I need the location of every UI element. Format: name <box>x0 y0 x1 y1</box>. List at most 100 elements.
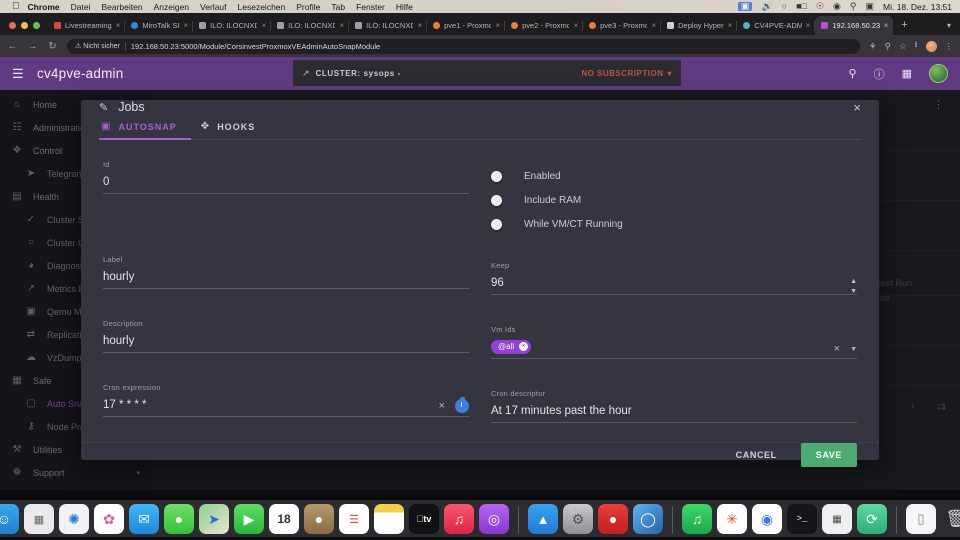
menu-item-fenster[interactable]: Fenster <box>356 2 385 12</box>
tab-hooks[interactable]: ✥ HOOKS <box>199 114 271 140</box>
menu-item-verlauf[interactable]: Verlauf <box>200 2 226 12</box>
user-switch-icon[interactable]: ▣ <box>866 2 875 11</box>
menu-item-lesezeichen[interactable]: Lesezeichen <box>238 2 286 12</box>
menu-item-datei[interactable]: Datei <box>71 2 91 12</box>
tab-close-icon[interactable]: × <box>417 21 422 30</box>
close-icon[interactable]: × <box>853 101 861 114</box>
dock-item-mail[interactable]: ✉ <box>129 504 159 534</box>
chevron-up-icon[interactable]: ▲ <box>850 278 857 285</box>
cron-descriptor-input[interactable]: At 17 minutes past the hour <box>491 403 857 418</box>
window-zoom-button[interactable] <box>33 22 40 29</box>
field-vm-ids[interactable]: Vm Ids @all × × ▼ <box>491 325 857 359</box>
keep-input[interactable]: 96 <box>491 275 857 290</box>
site-security-badge[interactable]: ⚠ Nicht sicher <box>75 42 120 51</box>
toggle-knob[interactable] <box>491 170 502 182</box>
browser-tab[interactable]: pve1 - Proxmo × <box>426 16 505 35</box>
dock-item-calculator[interactable]: ▦ <box>822 504 852 534</box>
control-center-icon[interactable]: ○ <box>782 2 787 11</box>
dock-item-calendar[interactable]: 18 <box>269 504 299 534</box>
browser-tab[interactable]: Deploy Hyper × <box>660 16 737 35</box>
dock-item-anydesk[interactable]: ● <box>598 504 628 534</box>
user-avatar[interactable] <box>929 64 948 83</box>
browser-tab-active[interactable]: 192.168.50.23 × <box>814 16 894 35</box>
description-input[interactable]: hourly <box>103 333 469 348</box>
toggle-while-vm-ct-running[interactable]: While VM/CT Running <box>491 212 857 236</box>
apple-logo-icon[interactable]:  <box>12 1 20 12</box>
tab-close-icon[interactable]: × <box>261 21 266 30</box>
dock-item-quicklook[interactable]: ◯ <box>633 504 663 534</box>
dock-item-safari[interactable]: ✺ <box>59 504 89 534</box>
dock-item-sync-tool[interactable]: ⟳ <box>857 504 887 534</box>
address-bar[interactable]: ⚠ Nicht sicher 192.168.50.23:5000/Module… <box>67 38 861 54</box>
new-tab-button[interactable]: + <box>893 19 915 35</box>
subscription-badge[interactable]: NO SUBSCRIPTION ▾ <box>581 69 672 78</box>
forward-button[interactable]: → <box>27 41 38 52</box>
apps-grid-icon[interactable]: ▦ <box>902 67 912 80</box>
menu-item-hilfe[interactable]: Hilfe <box>396 2 413 12</box>
id-input[interactable]: 0 <box>103 174 469 189</box>
browser-tab[interactable]: Livestreaming × <box>48 16 125 35</box>
downloads-icon[interactable]: ⭳ <box>915 39 918 53</box>
browser-tab[interactable]: pve3 - Proxmo × <box>582 16 661 35</box>
tab-close-icon[interactable]: × <box>651 21 656 30</box>
tab-close-icon[interactable]: × <box>339 21 344 30</box>
close-icon[interactable]: × <box>439 400 445 412</box>
browser-tab[interactable]: ILO: ILOCNXD × <box>192 16 271 35</box>
airdrop-icon[interactable]: ☉ <box>816 2 824 11</box>
dock-item-facetime[interactable]: ▶ <box>234 504 264 534</box>
tab-search-chevron-down-icon[interactable]: ▾ <box>938 21 960 35</box>
dock-item-app-store[interactable]: ▲ <box>528 504 558 534</box>
quantity-stepper[interactable]: ▲ ▼ <box>850 278 857 295</box>
menu-item-chrome[interactable]: Chrome <box>28 2 60 12</box>
dock-item-podcasts[interactable]: ◎ <box>479 504 509 534</box>
search-icon[interactable]: ⚲ <box>850 2 857 11</box>
dock-item-notes[interactable] <box>374 504 404 534</box>
chip-close-icon[interactable]: × <box>519 342 529 351</box>
dock-item-spotify[interactable]: ♫ <box>682 504 712 534</box>
profile-avatar[interactable] <box>925 40 937 52</box>
browser-tab[interactable]: MiroTalk SI × <box>124 16 193 35</box>
tab-close-icon[interactable]: × <box>573 21 578 30</box>
window-minimize-button[interactable] <box>21 22 28 29</box>
dock-item-contacts[interactable]: ● <box>304 504 334 534</box>
field-keep[interactable]: Keep 96 ▲ ▼ <box>491 261 857 295</box>
dock-item-maps[interactable]: ➤ <box>199 504 229 534</box>
close-icon[interactable]: × <box>834 344 840 355</box>
toggle-enabled[interactable]: Enabled <box>491 164 857 188</box>
dock-item-chrome[interactable]: ◉ <box>752 504 782 534</box>
cancel-button[interactable]: CANCEL <box>728 444 785 466</box>
zoom-icon[interactable]: ⚲ <box>885 41 891 52</box>
menu-item-anzeigen[interactable]: Anzeigen <box>154 2 189 12</box>
wifi-icon[interactable]: ◉ <box>833 2 841 11</box>
back-button[interactable]: ← <box>7 41 18 52</box>
field-id[interactable]: Id 0 <box>103 160 469 194</box>
field-description[interactable]: Description hourly <box>103 319 469 353</box>
toggle-knob[interactable] <box>491 194 502 206</box>
battery-icon[interactable]: ■□ <box>796 2 807 11</box>
save-button[interactable]: SAVE <box>800 443 857 467</box>
field-label[interactable]: Label hourly <box>103 255 469 289</box>
browser-tab[interactable]: pve2 - Proxmo × <box>504 16 583 35</box>
browser-tab[interactable]: ILO: ILOCNXD × <box>270 16 349 35</box>
menu-item-bearbeiten[interactable]: Bearbeiten <box>101 2 142 12</box>
vm-ids-value[interactable]: @all × <box>491 339 857 354</box>
dock-item-launchpad[interactable]: ▦ <box>24 504 54 534</box>
search-icon[interactable]: ⚲ <box>849 67 857 80</box>
caret-down-icon[interactable]: ▼ <box>850 346 857 353</box>
bookmark-star-icon[interactable]: ☆ <box>899 41 907 52</box>
reload-button[interactable]: ↻ <box>47 41 58 52</box>
hamburger-menu-icon[interactable]: ☰ <box>12 67 27 80</box>
dock-item-reminders[interactable]: ☰ <box>339 504 369 534</box>
tab-close-icon[interactable]: × <box>495 21 500 30</box>
tab-close-icon[interactable]: × <box>806 21 811 30</box>
tab-close-icon[interactable]: × <box>728 21 733 30</box>
keep-stepper[interactable]: ▲ ▼ <box>850 278 857 295</box>
extensions-icon[interactable]: ⚘ <box>869 41 877 52</box>
window-close-button[interactable] <box>9 22 16 29</box>
dock-item-music[interactable]: ♫ <box>444 504 474 534</box>
dock-item-trash[interactable]: 🗑 <box>941 504 960 534</box>
menu-kebab-icon[interactable]: ⋮ <box>945 41 954 52</box>
menu-item-tab[interactable]: Tab <box>331 2 345 12</box>
external-link-icon[interactable]: ↗ <box>302 68 310 79</box>
menu-item-profile[interactable]: Profile <box>296 2 320 12</box>
